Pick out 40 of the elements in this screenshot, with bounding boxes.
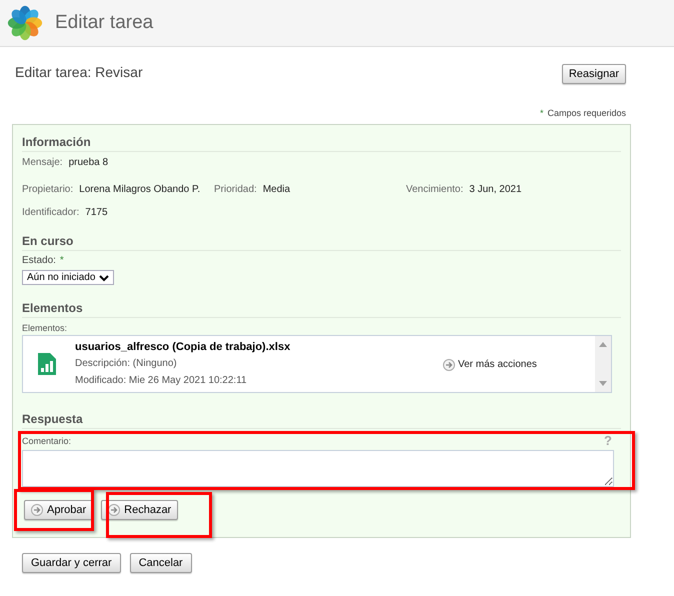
section-heading: Respuesta <box>22 412 84 426</box>
footer-button[interactable]: Cancelar <box>130 553 192 573</box>
section-heading: Información <box>22 135 92 149</box>
spreadsheet-file-icon <box>37 352 57 376</box>
required-mark: * <box>60 254 64 268</box>
more-actions-link[interactable]: Ver más acciones <box>458 358 537 372</box>
field-value: 7175 <box>85 206 108 220</box>
required-mark: * <box>540 107 544 119</box>
scroll-up-icon <box>599 342 607 347</box>
reassign-button[interactable]: Reasignar <box>562 64 626 84</box>
field-label: Estado: <box>22 254 56 268</box>
scroll-down-icon <box>599 381 607 386</box>
file-name[interactable]: usuarios_alfresco (Copia de trabajo).xlsx <box>75 340 443 354</box>
response-button[interactable]: Rechazar <box>101 500 178 520</box>
page-title: Editar tarea: Revisar <box>15 63 143 81</box>
file-description: Descripción: (Ninguno) <box>75 357 178 371</box>
field-label: Elementos: <box>22 322 68 334</box>
required-note: Campos requeridos <box>547 107 626 119</box>
field-label: Vencimiento: <box>406 183 464 197</box>
field-label: Propietario: <box>22 183 74 197</box>
comment-field[interactable] <box>22 450 614 487</box>
chevron-down-icon <box>99 274 110 282</box>
field-value: Media <box>262 183 290 197</box>
field-label: Mensaje: <box>22 156 63 170</box>
status-dropdown[interactable]: Aún no iniciado <box>22 270 114 285</box>
file-modified: Modificado: Mie 26 May 2021 10:22:11 <box>75 374 248 388</box>
field-label: Comentario: <box>22 435 72 447</box>
field-label: Identificador: <box>22 206 80 220</box>
header-title: Editar tarea <box>55 12 154 34</box>
field-value: Lorena Milagros Obando P. <box>79 183 200 197</box>
field-value: 3 Jun, 2021 <box>469 183 522 197</box>
field-value: prueba 8 <box>68 156 108 170</box>
arrow-right-icon <box>108 504 120 516</box>
field-label: Prioridad: <box>214 183 257 197</box>
section-heading: Elementos <box>22 301 84 315</box>
logo-icon <box>6 4 44 42</box>
arrow-right-icon <box>443 359 455 371</box>
arrow-right-icon <box>31 504 43 516</box>
section-heading: En curso <box>22 234 74 248</box>
footer-button[interactable]: Guardar y cerrar <box>22 553 121 573</box>
